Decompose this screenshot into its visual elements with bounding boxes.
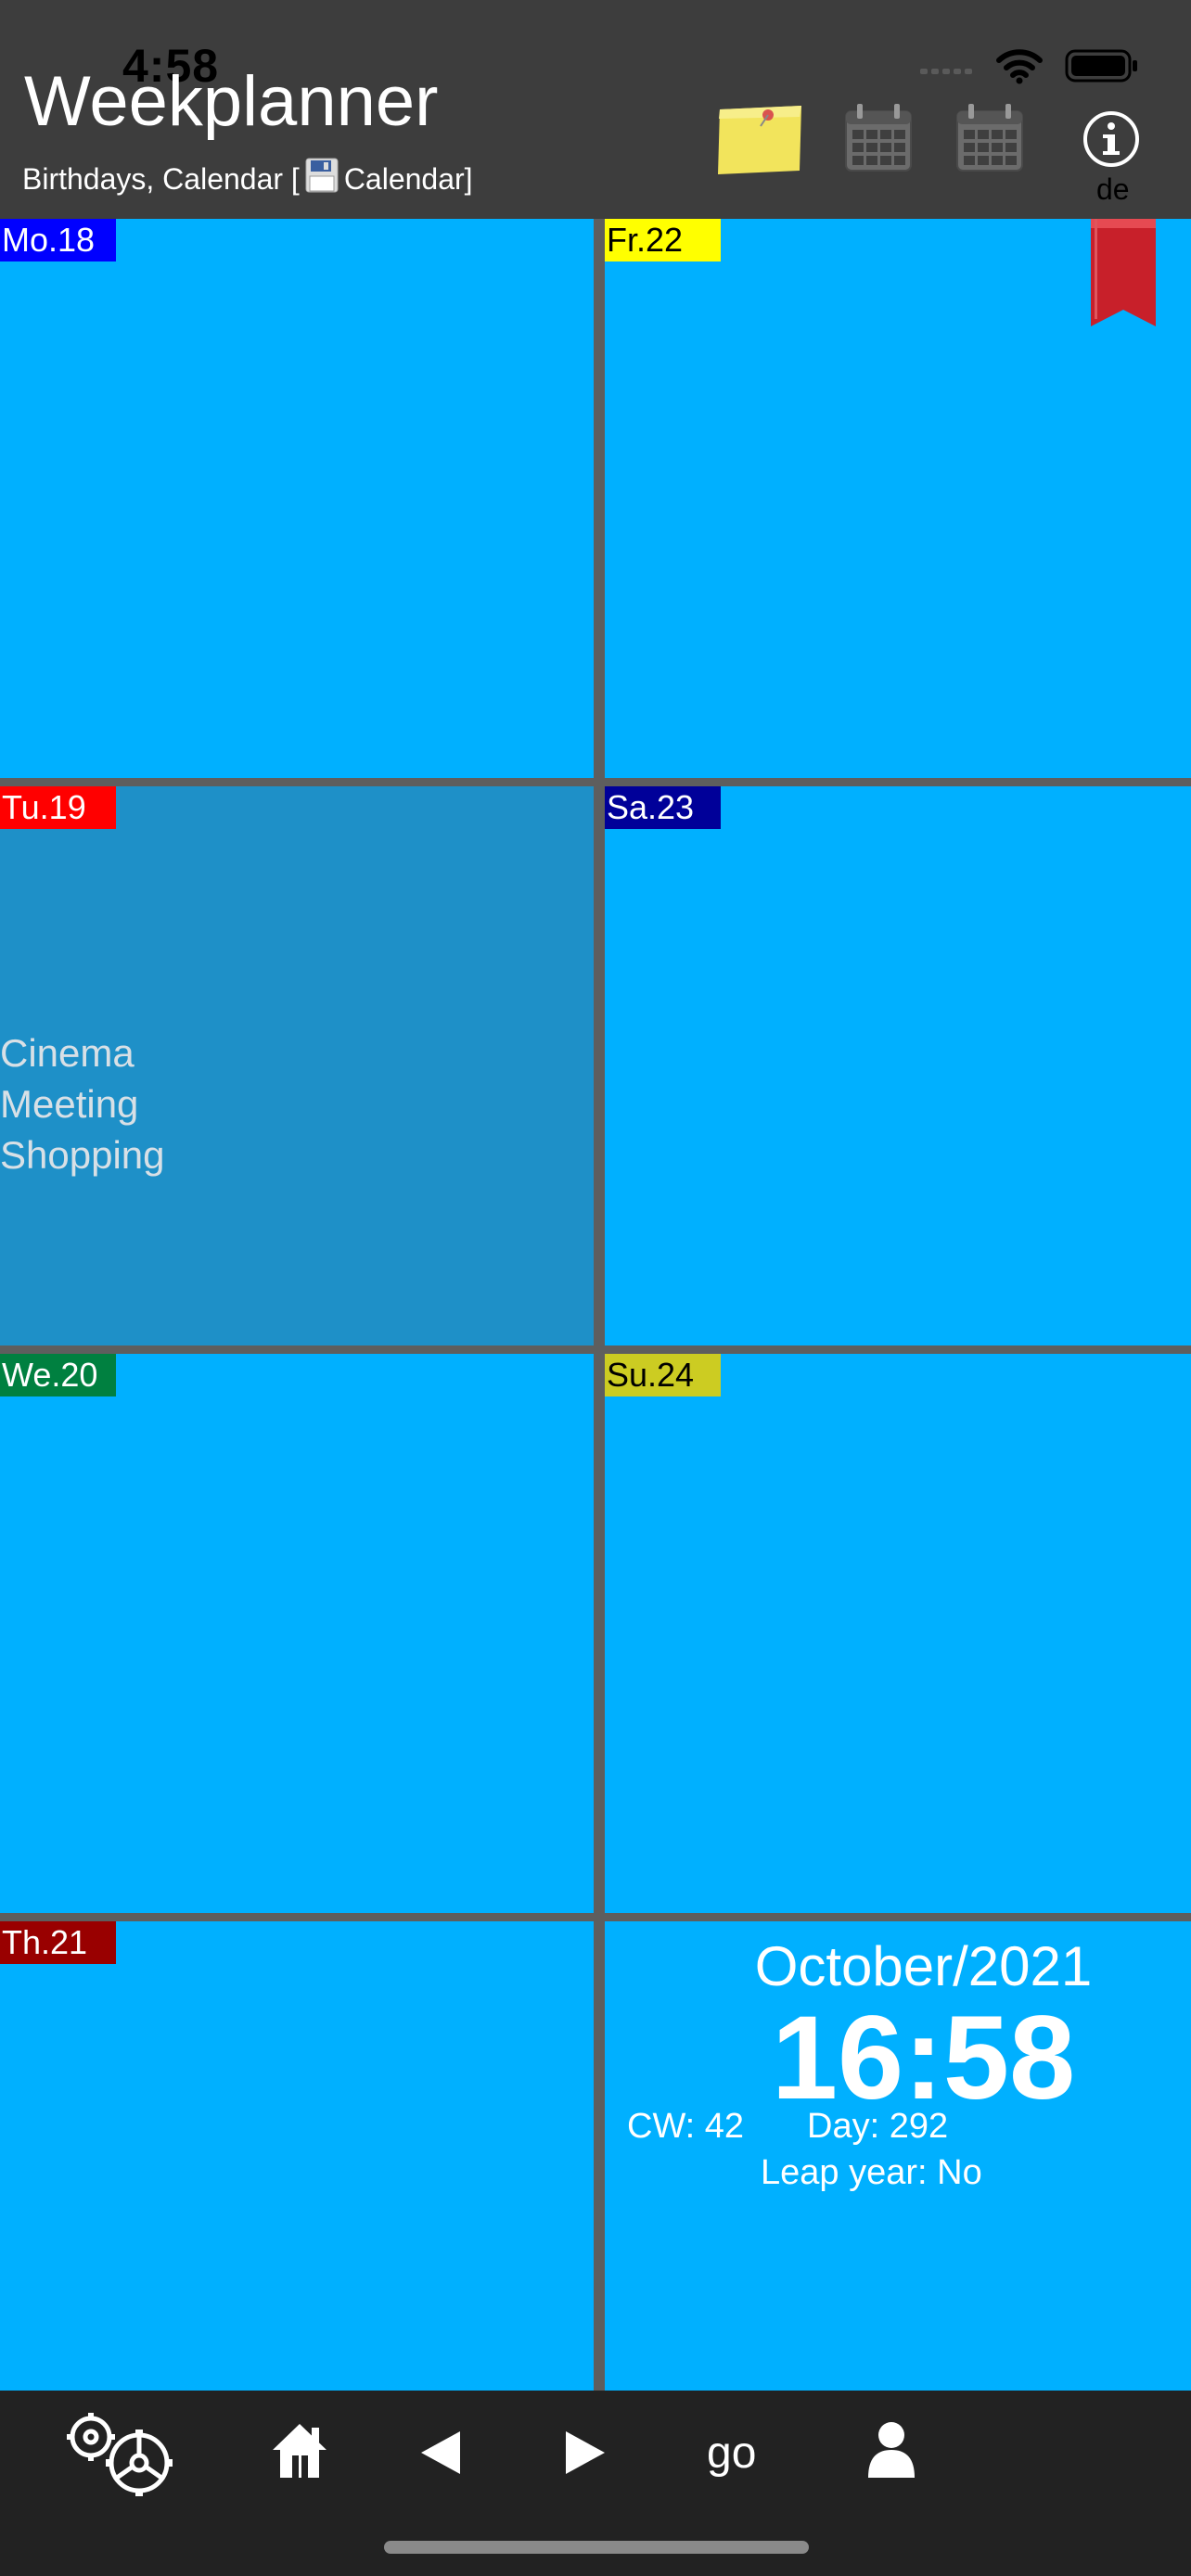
day-cell-tuesday[interactable]: Tu.19 Cinema Meeting Shopping — [0, 786, 594, 1345]
calendar-subtitle[interactable]: Birthdays, Calendar [ Calendar] — [22, 158, 473, 200]
calendar-week: CW: 42 — [627, 2107, 745, 2146]
person-icon[interactable] — [866, 2420, 916, 2480]
app-title: Weekplanner — [24, 62, 439, 141]
leap-year: Leap year: No — [761, 2153, 982, 2192]
day-cell-friday[interactable]: Fr.22 — [605, 219, 1191, 778]
calendar-icon[interactable] — [844, 102, 913, 177]
day-cell-sunday[interactable]: Su.24 — [605, 1354, 1191, 1913]
home-indicator[interactable] — [384, 2541, 809, 2554]
day-label: Tu.19 — [0, 786, 116, 829]
date-info-panel: October/2021 16:58 CW: 42 Day: 292 Leap … — [605, 1921, 1191, 2391]
day-of-year: Day: 292 — [807, 2107, 949, 2146]
subtitle-suffix: Calendar] — [343, 161, 473, 196]
event-list: Cinema Meeting Shopping — [0, 1027, 165, 1180]
day-cell-thursday[interactable]: Th.21 — [0, 1921, 594, 2391]
day-label: Fr.22 — [605, 219, 721, 261]
info-icon[interactable] — [1082, 109, 1141, 173]
day-cell-monday[interactable]: Mo.18 — [0, 219, 594, 778]
language-label[interactable]: de — [1096, 172, 1130, 207]
go-button[interactable]: go — [707, 2428, 756, 2479]
day-label: Mo.18 — [0, 219, 116, 261]
info-panel: October/2021 16:58 CW: 42 Day: 292 Leap … — [605, 1921, 1191, 2391]
previous-icon[interactable] — [419, 2429, 462, 2476]
settings-icon[interactable] — [65, 2411, 180, 2500]
floppy-disk-icon — [305, 158, 339, 200]
day-label: Sa.23 — [605, 786, 721, 829]
event-item[interactable]: Shopping — [0, 1129, 165, 1180]
wifi-icon — [996, 47, 1043, 89]
calendar-icon[interactable] — [955, 102, 1024, 177]
subtitle-prefix: Birthdays, Calendar [ — [22, 161, 300, 196]
event-item[interactable]: Cinema — [0, 1027, 165, 1078]
bookmark-icon[interactable] — [1091, 219, 1156, 333]
cellular-signal-icon — [920, 57, 974, 80]
day-cell-wednesday[interactable]: We.20 — [0, 1354, 594, 1913]
day-label: Su.24 — [605, 1354, 721, 1396]
day-label: Th.21 — [0, 1921, 116, 1964]
day-label: We.20 — [0, 1354, 116, 1396]
next-icon[interactable] — [564, 2429, 607, 2476]
month-year: October/2021 — [754, 1935, 1093, 1997]
event-item[interactable]: Meeting — [0, 1078, 165, 1129]
app-header: 4:58 Weekplanner Birthdays, Calendar [C… — [0, 0, 1191, 219]
home-icon[interactable] — [271, 2420, 328, 2480]
week-grid: Mo.18 Tu.19 Cinema Meeting Shopping We.2… — [0, 219, 1191, 2391]
go-label: go — [707, 2429, 757, 2478]
day-cell-saturday[interactable]: Sa.23 — [605, 786, 1191, 1345]
battery-icon — [1065, 47, 1139, 89]
sticky-note-icon[interactable] — [716, 104, 803, 181]
clock: 16:58 — [771, 1992, 1076, 2124]
status-icons — [920, 46, 1139, 89]
